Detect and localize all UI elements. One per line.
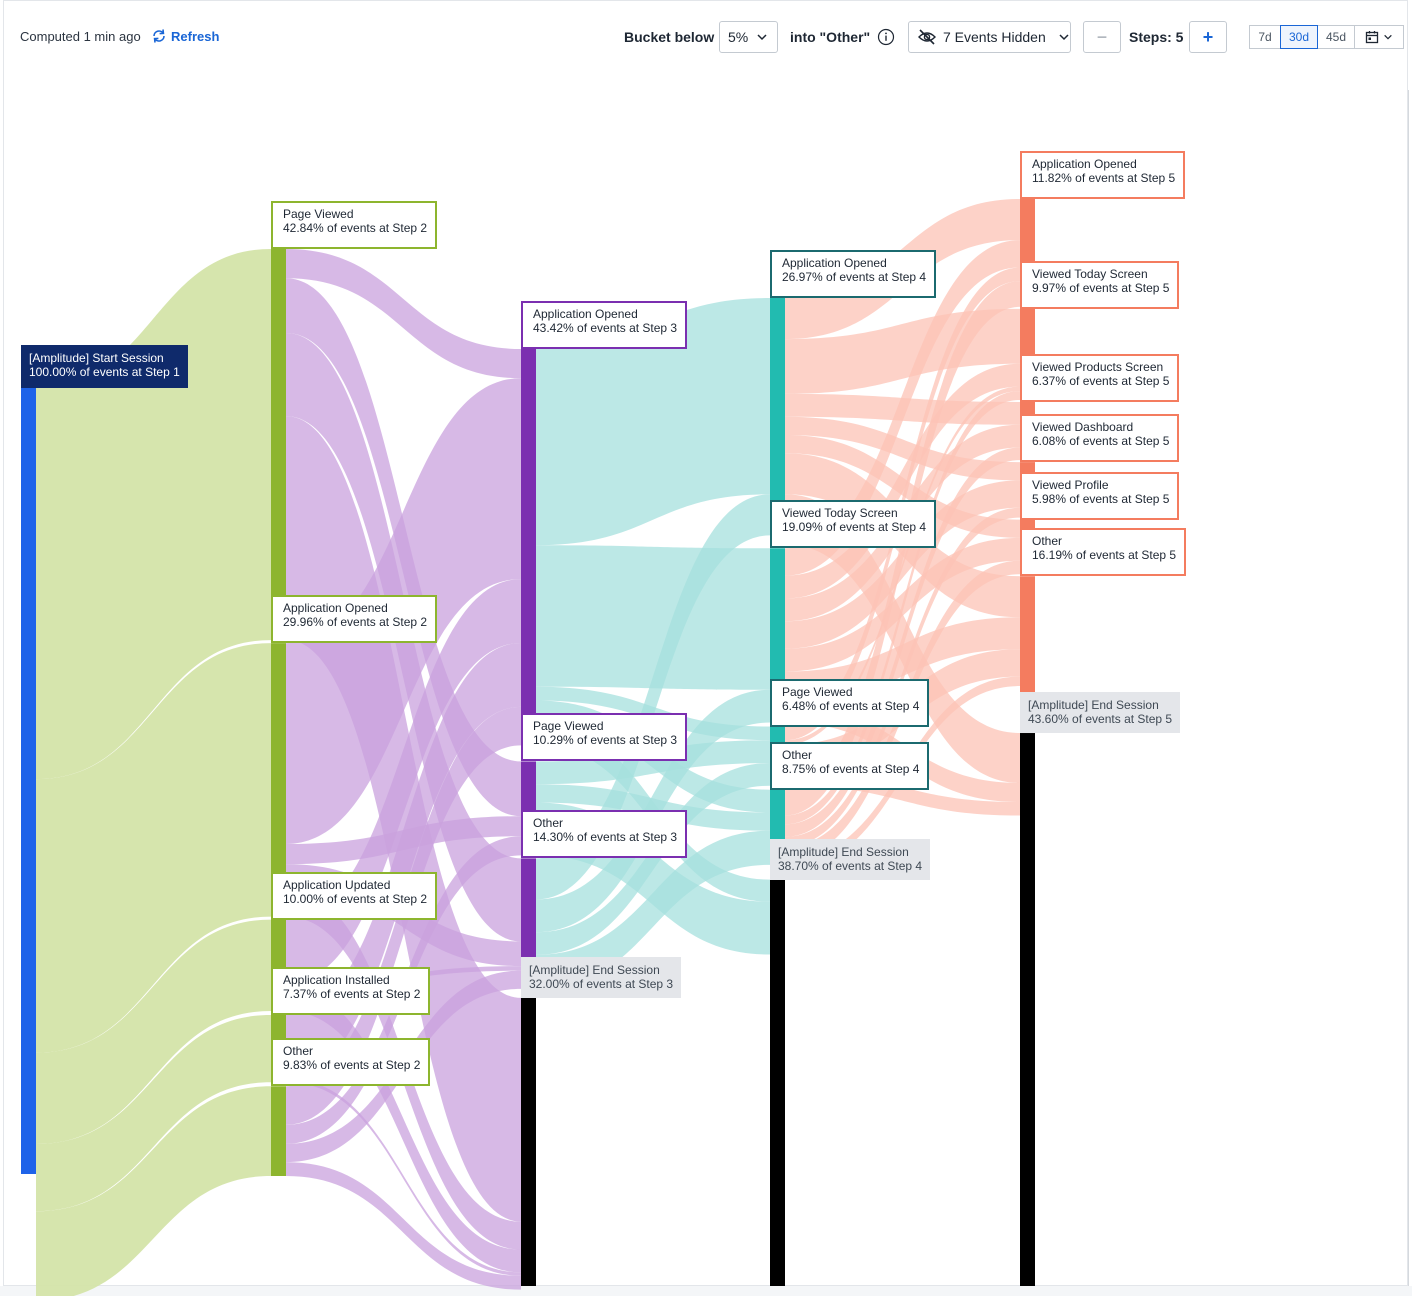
node-name: Page Viewed xyxy=(533,719,604,734)
node-percent: 42.84% of events at Step 2 xyxy=(283,221,428,235)
node-name: [Amplitude] End Session xyxy=(1028,698,1159,713)
sankey-node-label[interactable]: Page Viewed 42.84% of events at Step 2 xyxy=(271,201,438,249)
node-percent: 10.29% of events at Step 3 xyxy=(533,733,678,748)
node-name: Application Updated xyxy=(283,877,391,892)
range-30d-button[interactable]: 30d xyxy=(1280,25,1318,49)
node-name: Viewed Today Screen xyxy=(1032,266,1148,281)
sankey-node-label[interactable]: [Amplitude] Start Session 100.00% of even… xyxy=(21,345,188,388)
node-name: Viewed Dashboard xyxy=(1032,420,1134,435)
node-percent: 10.00% of events at Step 2 xyxy=(283,891,428,906)
node-name: Page Viewed xyxy=(283,207,354,221)
sankey-node-label[interactable]: Other 16.19% of events at Step 5 xyxy=(1020,528,1187,577)
sankey-node-label[interactable]: Application Opened 11.82% of events at St… xyxy=(1020,151,1186,199)
node-percent: 6.08% of events at Step 5 xyxy=(1032,434,1170,449)
sankey-node-label[interactable]: Viewed Dashboard 6.08% of events at Step … xyxy=(1020,414,1180,463)
node-percent: 14.30% of events at Step 3 xyxy=(533,830,678,845)
sankey-node-label[interactable]: Page Viewed 10.29% of events at Step 3 xyxy=(521,713,688,762)
sankey-node-bar[interactable] xyxy=(271,249,286,641)
node-percent: 38.70% of events at Step 4 xyxy=(778,858,923,873)
node-name: Application Opened xyxy=(782,256,887,270)
node-percent: 9.83% of events at Step 2 xyxy=(283,1058,421,1073)
sankey-node-label[interactable]: Viewed Profile 5.98% of events at Step 5 xyxy=(1020,471,1180,520)
node-name: [Amplitude] End Session xyxy=(778,844,909,859)
node-name: Other xyxy=(533,816,564,831)
sankey-node-label[interactable]: Other 9.83% of events at Step 2 xyxy=(271,1038,431,1087)
node-name: Other xyxy=(283,1044,314,1059)
node-name: Viewed Products Screen xyxy=(1032,359,1164,374)
sankey-node-label[interactable]: Viewed Today Screen 19.09% of events at S… xyxy=(770,500,937,549)
sankey-node-label[interactable]: [Amplitude] End Session 38.70% of events … xyxy=(770,838,931,880)
node-percent: 43.60% of events at Step 5 xyxy=(1028,712,1173,727)
sankey-node-bar[interactable] xyxy=(1020,733,1035,1286)
sankey-node-label[interactable]: Viewed Today Screen 9.97% of events at St… xyxy=(1020,260,1180,309)
sankey-link[interactable] xyxy=(536,545,770,690)
node-percent: 16.19% of events at Step 5 xyxy=(1032,548,1177,563)
sankey-node-bar[interactable] xyxy=(21,388,36,1174)
sankey-chart xyxy=(21,199,1035,1296)
node-percent: 6.37% of events at Step 5 xyxy=(1032,373,1170,388)
sankey-node-label[interactable]: Viewed Products Screen 6.37% of events at… xyxy=(1020,353,1180,402)
node-name: Page Viewed xyxy=(782,684,853,699)
node-name: Application Opened xyxy=(533,307,638,321)
sankey-node-label[interactable]: [Amplitude] End Session 43.60% of events … xyxy=(1020,692,1181,734)
node-percent: 29.96% of events at Step 2 xyxy=(283,615,428,630)
node-percent: 7.37% of events at Step 2 xyxy=(283,986,421,1001)
node-percent: 5.98% of events at Step 5 xyxy=(1032,491,1170,506)
node-name: Viewed Profile xyxy=(1032,477,1109,492)
node-percent: 43.42% of events at Step 3 xyxy=(533,321,678,335)
node-name: Other xyxy=(1032,534,1063,549)
sankey-node-label[interactable]: Application Updated 10.00% of events at S… xyxy=(271,871,438,920)
sankey-node-bar[interactable] xyxy=(271,1086,286,1176)
sankey-node-label[interactable]: Other 8.75% of events at Step 4 xyxy=(770,741,930,790)
node-name: Viewed Today Screen xyxy=(782,506,898,521)
node-name: Other xyxy=(782,747,813,762)
node-name: Application Opened xyxy=(283,601,388,616)
sankey-node-label[interactable]: Application Opened 29.96% of events at St… xyxy=(271,595,438,644)
sankey-node-label[interactable]: [Amplitude] End Session 32.00% of events … xyxy=(521,956,682,998)
node-percent: 9.97% of events at Step 5 xyxy=(1032,280,1170,295)
sankey-node-label[interactable]: Application Installed 7.37% of events at … xyxy=(271,966,431,1015)
node-percent: 19.09% of events at Step 4 xyxy=(782,520,927,535)
node-percent: 26.97% of events at Step 4 xyxy=(782,270,927,284)
sankey-node-label[interactable]: Other 14.30% of events at Step 3 xyxy=(521,810,688,859)
sankey-node-label[interactable]: Application Opened 26.97% of events at St… xyxy=(770,250,937,298)
node-name: [Amplitude] End Session xyxy=(529,962,660,977)
sankey-node-label[interactable]: Page Viewed 6.48% of events at Step 4 xyxy=(770,678,930,727)
node-percent: 100.00% of events at Step 1 xyxy=(29,365,180,379)
node-name: Application Installed xyxy=(283,972,390,987)
node-percent: 8.75% of events at Step 4 xyxy=(782,761,920,776)
sankey-node-bar[interactable] xyxy=(521,997,536,1286)
sankey-node-bar[interactable] xyxy=(521,349,536,746)
node-percent: 32.00% of events at Step 3 xyxy=(529,976,674,991)
sankey-node-label[interactable]: Application Opened 43.42% of events at St… xyxy=(521,301,688,349)
node-percent: 11.82% of events at Step 5 xyxy=(1032,171,1176,185)
node-name: Application Opened xyxy=(1032,157,1137,171)
sankey-node-bar[interactable] xyxy=(770,879,785,1286)
node-percent: 6.48% of events at Step 4 xyxy=(782,698,920,713)
node-name: [Amplitude] Start Session xyxy=(29,351,164,365)
